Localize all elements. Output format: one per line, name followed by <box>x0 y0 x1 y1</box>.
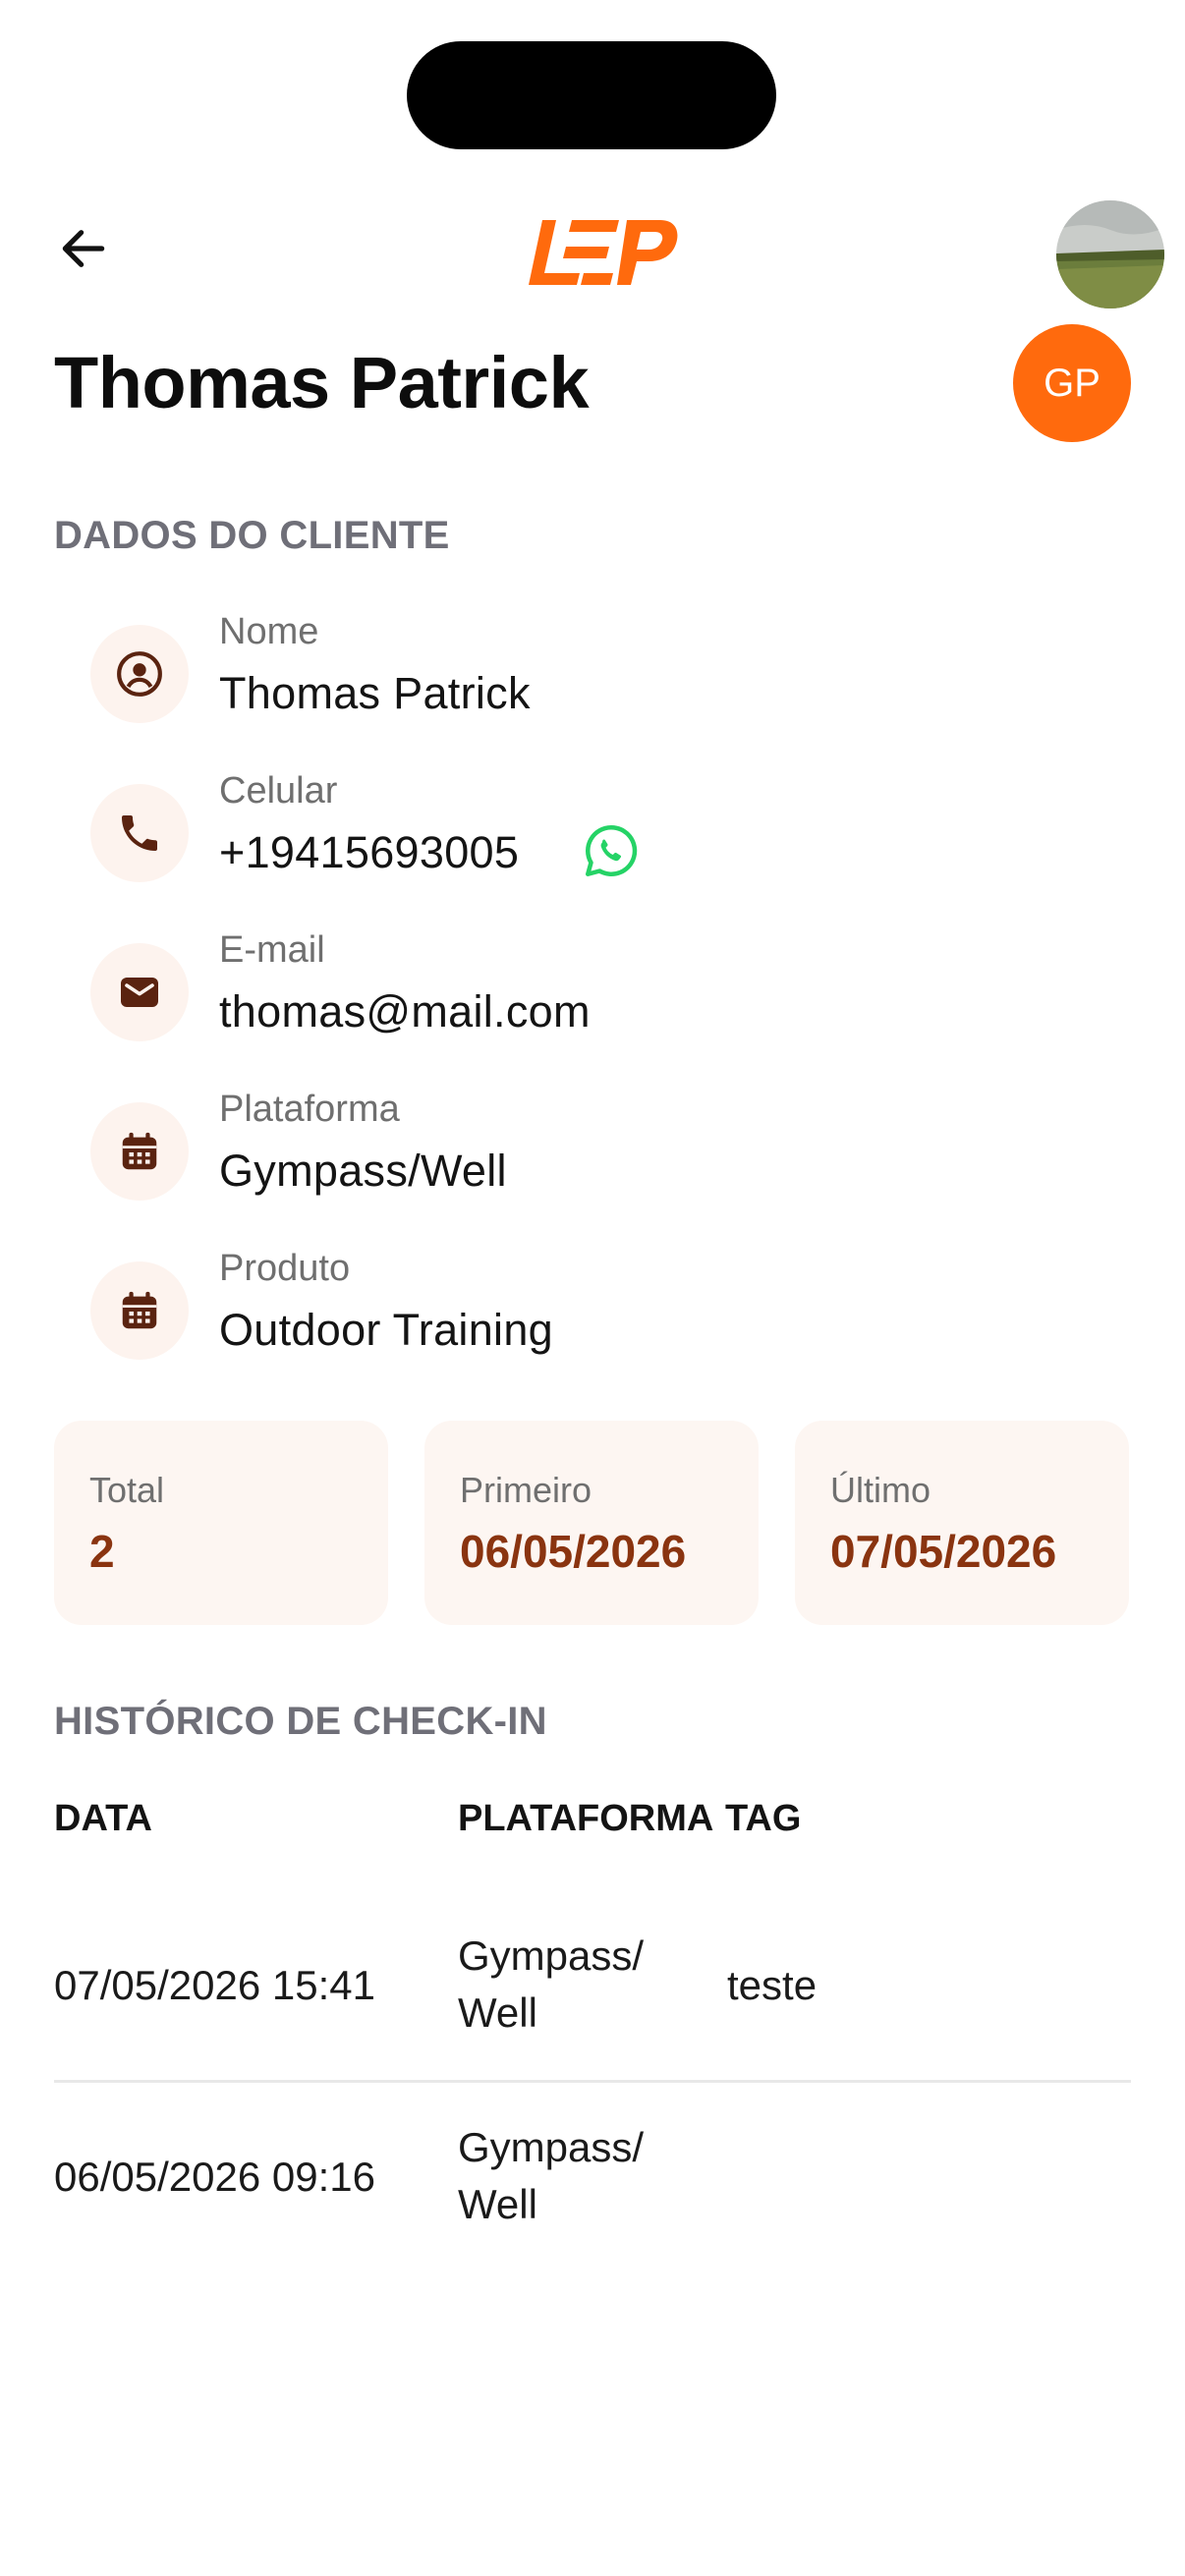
info-icon-wrap <box>90 943 189 1041</box>
name-value: Thomas Patrick <box>219 668 531 718</box>
client-data-heading: DADOS DO CLIENTE <box>54 514 450 557</box>
calendar-icon <box>122 1132 157 1170</box>
stat-label: Primeiro <box>460 1470 592 1510</box>
page-title: Thomas Patrick <box>54 342 590 423</box>
avatar[interactable]: GP <box>1013 324 1131 442</box>
landscape-photo-icon <box>1056 200 1164 308</box>
row-divider <box>54 2080 1131 2083</box>
row-platform-line1: Gympass/ <box>458 2124 645 2170</box>
info-icon-wrap <box>90 625 189 723</box>
row-platform-line2: Well <box>458 1989 537 2036</box>
info-row-platform: Plataforma Gympass/Well <box>90 1089 1073 1206</box>
info-row-product: Produto Outdoor Training <box>90 1248 1073 1366</box>
user-circle-icon <box>117 651 162 697</box>
phone-value: +19415693005 <box>219 827 520 877</box>
column-header-date: DATA <box>54 1798 152 1839</box>
row-date: 06/05/2026 09:16 <box>54 2154 375 2200</box>
back-button[interactable] <box>51 216 116 281</box>
info-row-name: Nome Thomas Patrick <box>90 611 1073 729</box>
phone-icon <box>122 815 157 851</box>
stat-label: Total <box>89 1470 165 1510</box>
column-header-tag: TAG <box>725 1798 802 1839</box>
row-platform-line2: Well <box>458 2181 537 2227</box>
info-icon-wrap <box>90 1102 189 1201</box>
platform-label: Plataforma <box>219 1089 400 1130</box>
name-label: Nome <box>219 611 319 652</box>
arrow-left-icon <box>62 230 105 267</box>
stat-value: 07/05/2026 <box>830 1526 1057 1577</box>
product-label: Produto <box>219 1248 351 1289</box>
calendar-icon <box>122 1291 157 1329</box>
envelope-icon <box>121 978 158 1007</box>
stat-label: Último <box>830 1470 931 1510</box>
row-tag: teste <box>727 1962 818 2008</box>
stat-card-total: Total 2 <box>54 1421 388 1625</box>
top-bar <box>0 187 1185 324</box>
stat-value: 2 <box>89 1526 115 1577</box>
profile-photo[interactable] <box>1056 200 1164 308</box>
history-heading: HISTÓRICO DE CHECK-IN <box>54 1700 547 1743</box>
stat-card-last: Último 07/05/2026 <box>795 1421 1129 1625</box>
email-label: E-mail <box>219 929 325 971</box>
row-date: 07/05/2026 15:41 <box>54 1962 375 2008</box>
stat-card-first: Primeiro 06/05/2026 <box>424 1421 759 1625</box>
row-platform-line1: Gympass/ <box>458 1932 645 1979</box>
info-icon-wrap <box>90 1261 189 1360</box>
product-value: Outdoor Training <box>219 1305 553 1355</box>
email-value: thomas@mail.com <box>219 986 591 1036</box>
lep-logo <box>529 220 678 285</box>
device-notch <box>407 41 776 149</box>
column-header-platform: PLATAFORMA <box>458 1798 714 1839</box>
whatsapp-icon[interactable] <box>582 821 641 880</box>
info-icon-wrap <box>90 784 189 882</box>
stat-value: 06/05/2026 <box>460 1526 687 1577</box>
platform-value: Gympass/Well <box>219 1146 507 1196</box>
info-row-phone: Celular +19415693005 <box>90 770 1073 888</box>
phone-label: Celular <box>219 770 338 812</box>
info-row-email: E-mail thomas@mail.com <box>90 929 1073 1047</box>
